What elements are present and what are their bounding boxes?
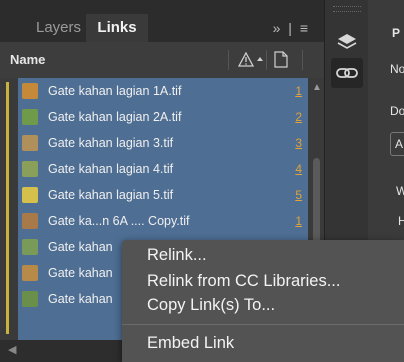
header-icons xyxy=(228,50,306,70)
image-thumbnail-icon xyxy=(22,161,38,177)
list-item[interactable]: Gate kahan lagian 2A.tif 2 xyxy=(18,104,308,130)
page-number-link[interactable]: 2 xyxy=(295,110,302,124)
link-filename: Gate kahan xyxy=(48,240,113,254)
image-thumbnail-icon xyxy=(22,213,38,229)
links-panel-button[interactable] xyxy=(331,58,363,88)
image-thumbnail-icon xyxy=(22,291,38,307)
properties-dropdown[interactable]: A xyxy=(390,132,404,156)
link-filename: Gate kahan lagian 3.tif xyxy=(48,136,174,150)
relink-cc-libraries-menu-item[interactable]: Relink from CC Libraries... xyxy=(147,272,340,291)
list-item[interactable]: Gate kahan lagian 1A.tif 1 xyxy=(18,78,308,104)
properties-label: Do xyxy=(390,104,404,118)
link-filename: Gate ka...n 6A .... Copy.tif xyxy=(48,214,190,228)
link-filename: Gate kahan xyxy=(48,292,113,306)
name-column-header[interactable]: Name xyxy=(10,52,45,67)
relink-menu-item[interactable]: Relink... xyxy=(147,246,207,265)
tab-layers[interactable]: Layers xyxy=(24,14,93,42)
panel-menu-button[interactable]: » | ≡ xyxy=(273,20,310,36)
layers-icon xyxy=(337,34,357,49)
properties-label: No xyxy=(390,62,404,76)
list-item[interactable]: Gate kahan lagian 5.tif 5 xyxy=(18,182,308,208)
tab-links[interactable]: Links xyxy=(86,14,148,42)
column-header: Name xyxy=(0,42,324,79)
list-item[interactable]: Gate kahan lagian 3.tif 3 xyxy=(18,130,308,156)
page-number-link[interactable]: 5 xyxy=(295,188,302,202)
header-divider xyxy=(228,50,229,70)
link-indicator-strip xyxy=(0,78,18,340)
width-label: W xyxy=(396,184,404,198)
page-number-link[interactable]: 3 xyxy=(295,136,302,150)
image-thumbnail-icon xyxy=(22,265,38,281)
scroll-left-arrow-icon[interactable]: ◀ xyxy=(8,343,16,356)
layers-panel-button[interactable] xyxy=(331,28,363,58)
link-filename: Gate kahan xyxy=(48,266,113,280)
header-divider xyxy=(302,50,303,70)
scroll-up-arrow-icon[interactable]: ▲ xyxy=(312,82,322,93)
link-icon xyxy=(336,68,358,78)
image-thumbnail-icon xyxy=(22,109,38,125)
menu-divider xyxy=(122,324,404,325)
panel-grip[interactable] xyxy=(333,6,361,12)
copy-links-to-menu-item[interactable]: Copy Link(s) To... xyxy=(147,296,275,315)
properties-tab-label[interactable]: P xyxy=(392,26,400,40)
list-item[interactable]: Gate kahan lagian 4.tif 4 xyxy=(18,156,308,182)
link-filename: Gate kahan lagian 5.tif xyxy=(48,188,174,202)
list-item[interactable]: Gate ka...n 6A .... Copy.tif 1 xyxy=(18,208,308,234)
page-number-link[interactable]: 1 xyxy=(295,214,302,228)
image-thumbnail-icon xyxy=(22,83,38,99)
link-filename: Gate kahan lagian 1A.tif xyxy=(48,84,182,98)
image-thumbnail-icon xyxy=(22,135,38,151)
height-label: H xyxy=(398,214,404,228)
header-divider xyxy=(266,50,267,70)
warning-sort-icon[interactable] xyxy=(238,52,264,68)
link-filename: Gate kahan lagian 2A.tif xyxy=(48,110,182,124)
image-thumbnail-icon xyxy=(22,239,38,255)
page-number-link[interactable]: 1 xyxy=(295,84,302,98)
image-thumbnail-icon xyxy=(22,187,38,203)
embed-link-menu-item[interactable]: Embed Link xyxy=(147,334,234,353)
context-menu: Relink... Relink from CC Libraries... Co… xyxy=(122,240,404,362)
page-column-icon[interactable] xyxy=(274,51,288,68)
tab-bar: Layers Links » | ≡ xyxy=(0,0,324,42)
selection-indicator xyxy=(6,82,9,334)
link-filename: Gate kahan lagian 4.tif xyxy=(48,162,174,176)
page-number-link[interactable]: 4 xyxy=(295,162,302,176)
